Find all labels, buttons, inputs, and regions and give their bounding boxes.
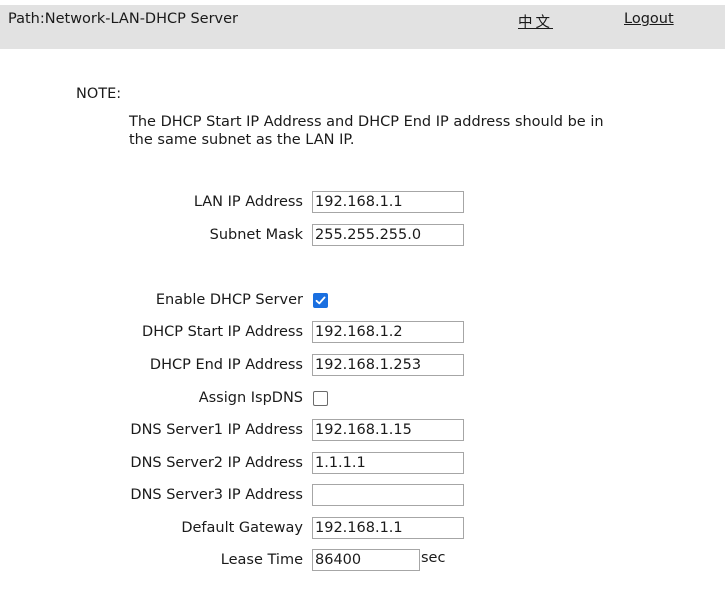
- dhcp-end-input[interactable]: [312, 354, 464, 376]
- logout-link[interactable]: Logout: [624, 11, 674, 27]
- enable-dhcp-checkbox[interactable]: [313, 293, 328, 308]
- gateway-input[interactable]: [312, 517, 464, 539]
- checkmark-icon: [315, 296, 326, 305]
- subnet-mask-row: Subnet Mask: [0, 224, 725, 248]
- dns1-input[interactable]: [312, 419, 464, 441]
- enable-dhcp-row: Enable DHCP Server: [0, 289, 725, 313]
- top-bar: Path:Network-LAN-DHCP Server 中文 Logout: [0, 5, 725, 49]
- lease-time-row: Lease Time sec: [0, 549, 725, 573]
- dns3-label: DNS Server3 IP Address: [130, 487, 303, 503]
- gateway-row: Default Gateway: [0, 517, 725, 541]
- dns1-label: DNS Server1 IP Address: [130, 422, 303, 438]
- lan-ip-row: LAN IP Address: [0, 191, 725, 215]
- lan-ip-input[interactable]: [312, 191, 464, 213]
- dns3-input[interactable]: [312, 484, 464, 506]
- note-text: The DHCP Start IP Address and DHCP End I…: [129, 114, 604, 148]
- dhcp-start-input[interactable]: [312, 321, 464, 343]
- lease-time-unit: sec: [421, 550, 446, 566]
- dhcp-end-row: DHCP End IP Address: [0, 354, 725, 378]
- enable-dhcp-label: Enable DHCP Server: [155, 292, 303, 308]
- assign-isp-dns-row: Assign IspDNS: [0, 387, 725, 411]
- note-title: NOTE:: [76, 86, 122, 102]
- dns1-row: DNS Server1 IP Address: [0, 419, 725, 443]
- subnet-mask-label: Subnet Mask: [209, 227, 303, 243]
- lease-time-input[interactable]: [312, 549, 420, 571]
- dns3-row: DNS Server3 IP Address: [0, 484, 725, 508]
- lease-time-label: Lease Time: [220, 552, 303, 568]
- dhcp-end-label: DHCP End IP Address: [149, 357, 303, 373]
- dhcp-start-label: DHCP Start IP Address: [142, 324, 303, 340]
- assign-isp-dns-label: Assign IspDNS: [198, 390, 303, 406]
- breadcrumb-path: Path:Network-LAN-DHCP Server: [8, 11, 239, 27]
- dhcp-start-row: DHCP Start IP Address: [0, 321, 725, 345]
- lan-ip-label: LAN IP Address: [193, 194, 303, 210]
- dns2-input[interactable]: [312, 452, 464, 474]
- assign-isp-dns-checkbox[interactable]: [313, 391, 328, 406]
- gateway-label: Default Gateway: [181, 520, 303, 536]
- dns2-row: DNS Server2 IP Address: [0, 452, 725, 476]
- dns2-label: DNS Server2 IP Address: [130, 455, 303, 471]
- language-switch-link[interactable]: 中文: [518, 11, 553, 32]
- subnet-mask-input[interactable]: [312, 224, 464, 246]
